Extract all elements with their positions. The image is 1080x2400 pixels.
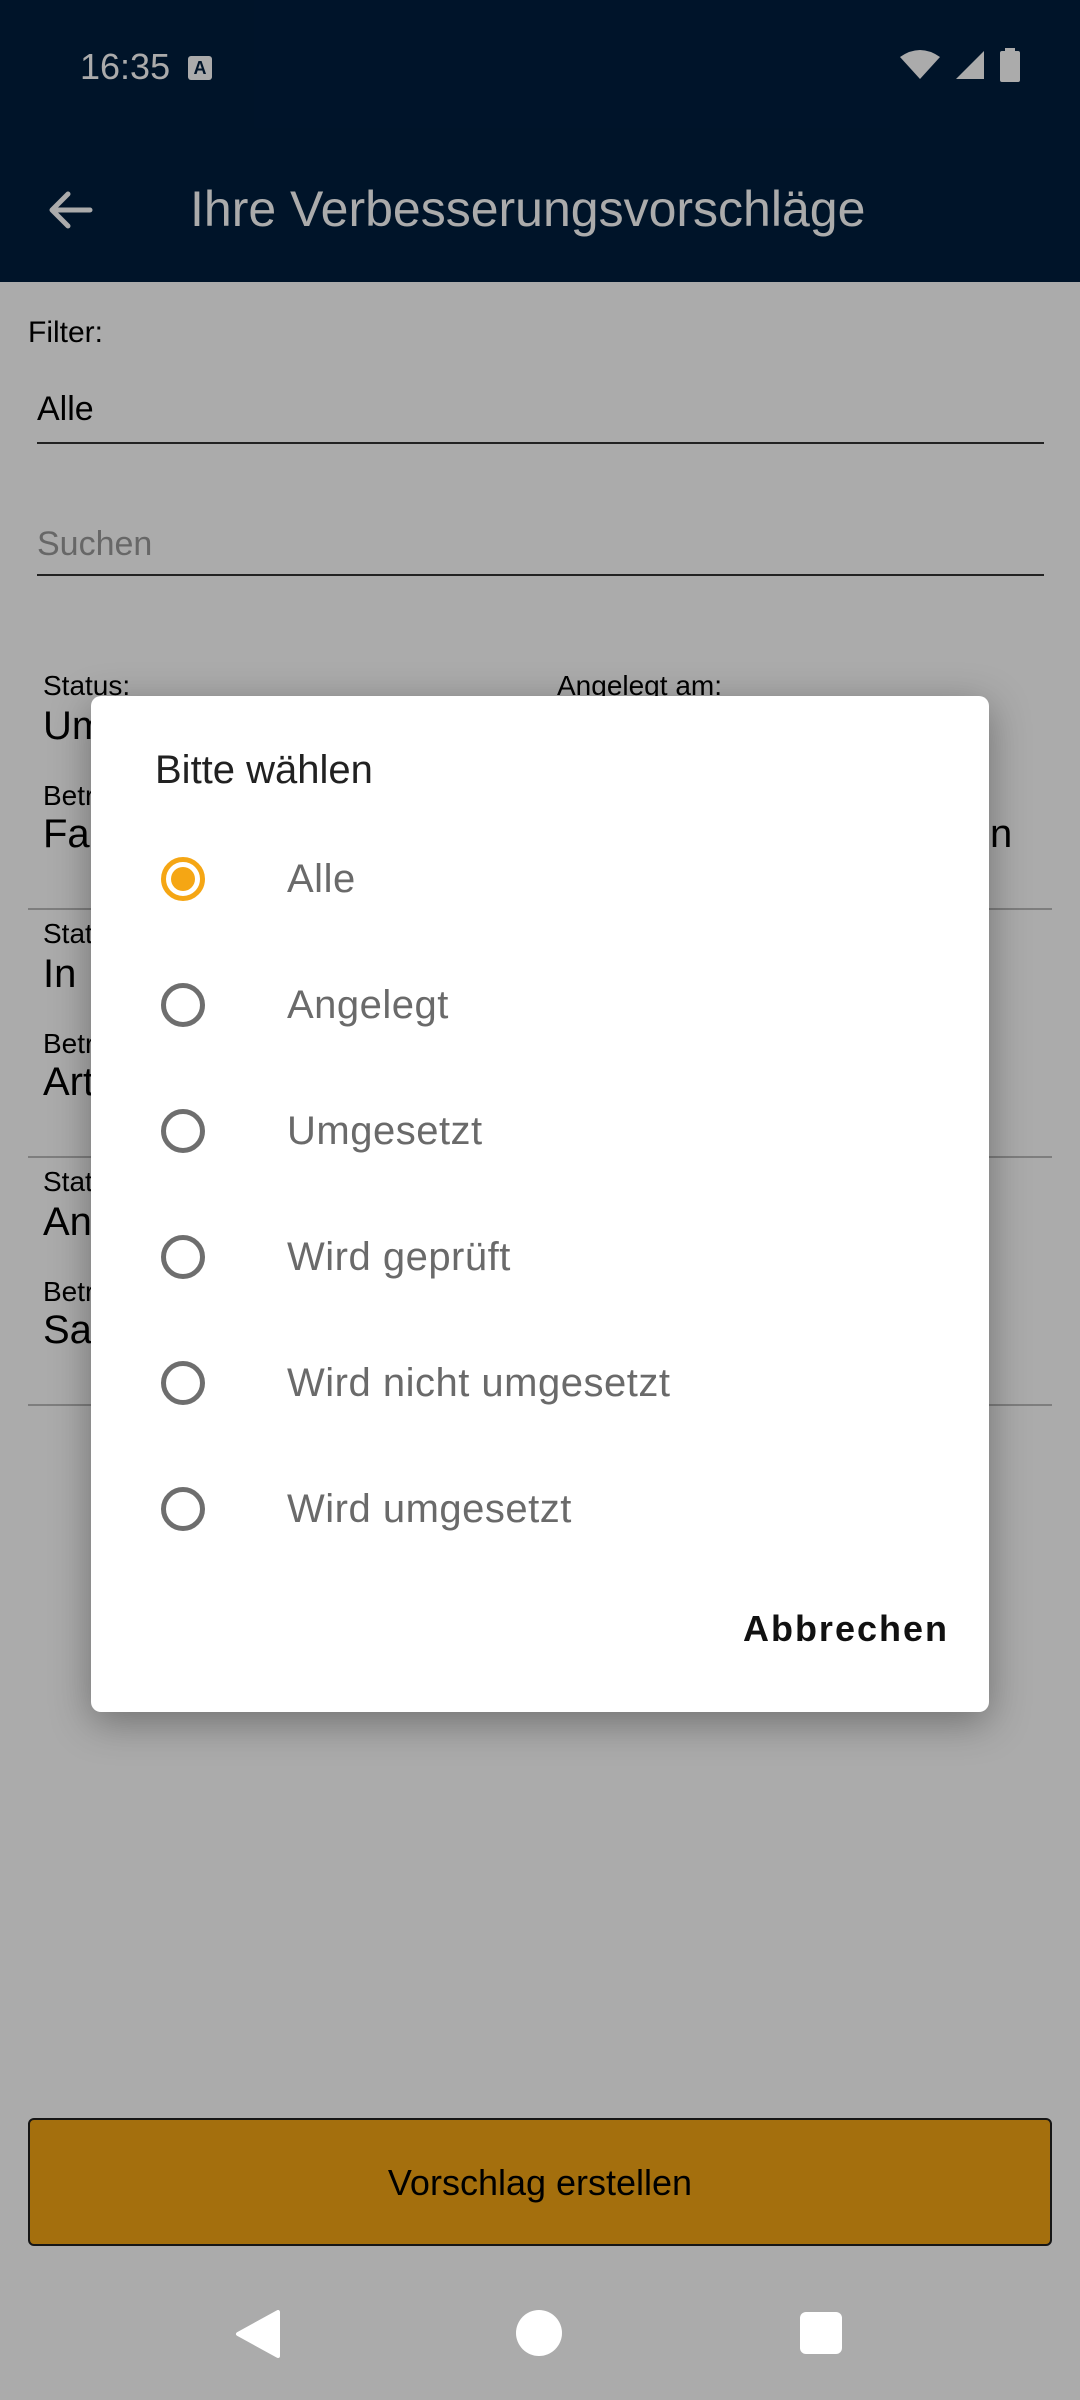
cancel-button[interactable]: Abbrechen <box>743 1608 949 1650</box>
option-label: Alle <box>287 856 356 901</box>
radio-unchecked-icon[interactable] <box>161 1361 205 1405</box>
option-wird-geprueft[interactable]: Wird geprüft <box>91 1194 989 1320</box>
dialog-title: Bitte wählen <box>155 748 373 792</box>
radio-checked-icon[interactable] <box>161 857 205 901</box>
option-wird-umgesetzt[interactable]: Wird umgesetzt <box>91 1446 989 1572</box>
option-label: Angelegt <box>287 982 449 1027</box>
option-label: Wird nicht umgesetzt <box>287 1360 671 1405</box>
nav-back-icon[interactable] <box>234 2310 280 2358</box>
nav-recents-icon[interactable] <box>800 2312 842 2354</box>
option-wird-nicht-umgesetzt[interactable]: Wird nicht umgesetzt <box>91 1320 989 1446</box>
radio-unchecked-icon[interactable] <box>161 1487 205 1531</box>
option-label: Wird umgesetzt <box>287 1486 572 1531</box>
option-label: Wird geprüft <box>287 1234 511 1279</box>
radio-unchecked-icon[interactable] <box>161 1109 205 1153</box>
filter-dialog: Bitte wählen Alle Angelegt Umgesetzt Wir… <box>91 696 989 1712</box>
option-label: Umgesetzt <box>287 1108 483 1153</box>
option-umgesetzt[interactable]: Umgesetzt <box>91 1068 989 1194</box>
navigation-buttons <box>0 2282 1080 2400</box>
nav-home-icon[interactable] <box>516 2310 562 2356</box>
option-alle[interactable]: Alle <box>91 816 989 942</box>
radio-unchecked-icon[interactable] <box>161 1235 205 1279</box>
radio-unchecked-icon[interactable] <box>161 983 205 1027</box>
option-list: Alle Angelegt Umgesetzt Wird geprüft Wir… <box>91 816 989 1572</box>
option-angelegt[interactable]: Angelegt <box>91 942 989 1068</box>
